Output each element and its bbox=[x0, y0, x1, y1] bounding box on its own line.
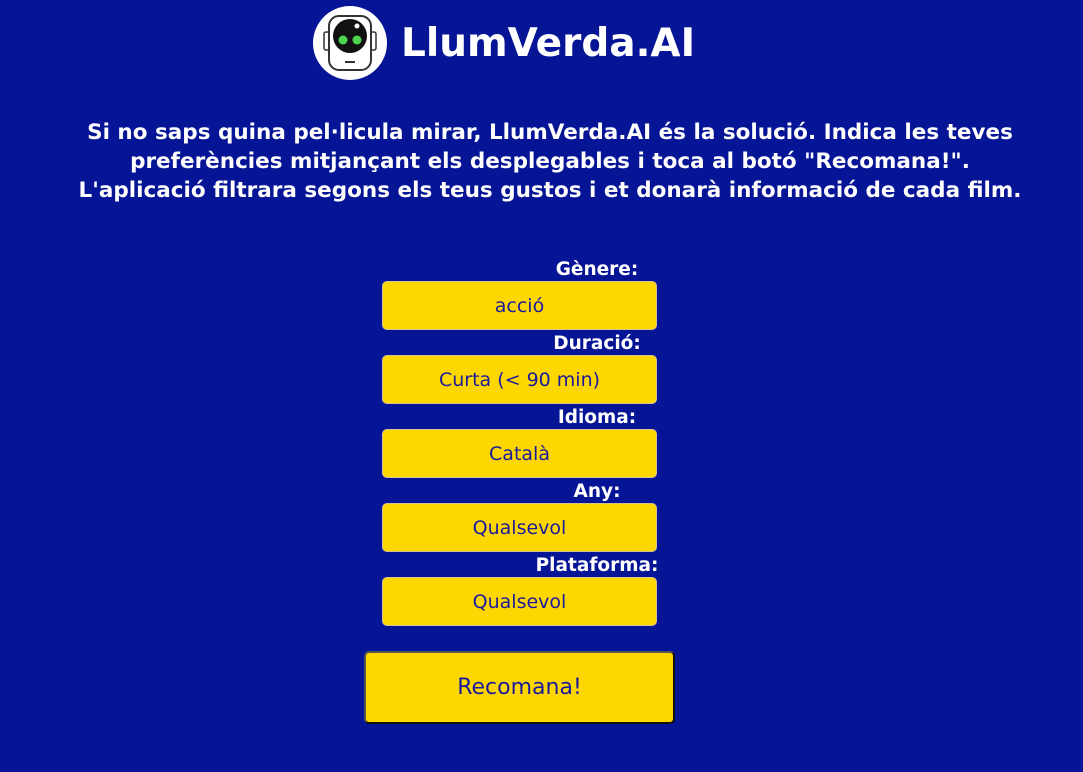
duration-label: Duració: bbox=[553, 333, 641, 354]
genre-select[interactable]: acció bbox=[382, 281, 657, 330]
recommend-button[interactable]: Recomana! bbox=[364, 651, 675, 724]
duration-select[interactable]: Curta (< 90 min) bbox=[382, 355, 657, 404]
year-select[interactable]: Qualsevol bbox=[382, 503, 657, 552]
platform-label: Plataforma: bbox=[535, 555, 659, 576]
header: LlumVerda.AI bbox=[313, 6, 695, 80]
intro-text: Si no saps quina pel·licula mirar, LlumV… bbox=[78, 120, 1022, 203]
platform-select[interactable]: Qualsevol bbox=[382, 577, 657, 626]
robot-head-icon bbox=[313, 6, 387, 80]
year-label: Any: bbox=[573, 481, 621, 502]
app-title: LlumVerda.AI bbox=[401, 20, 696, 66]
language-label: Idioma: bbox=[557, 407, 637, 428]
language-select[interactable]: Català bbox=[382, 429, 657, 478]
genre-label: Gènere: bbox=[555, 259, 639, 280]
